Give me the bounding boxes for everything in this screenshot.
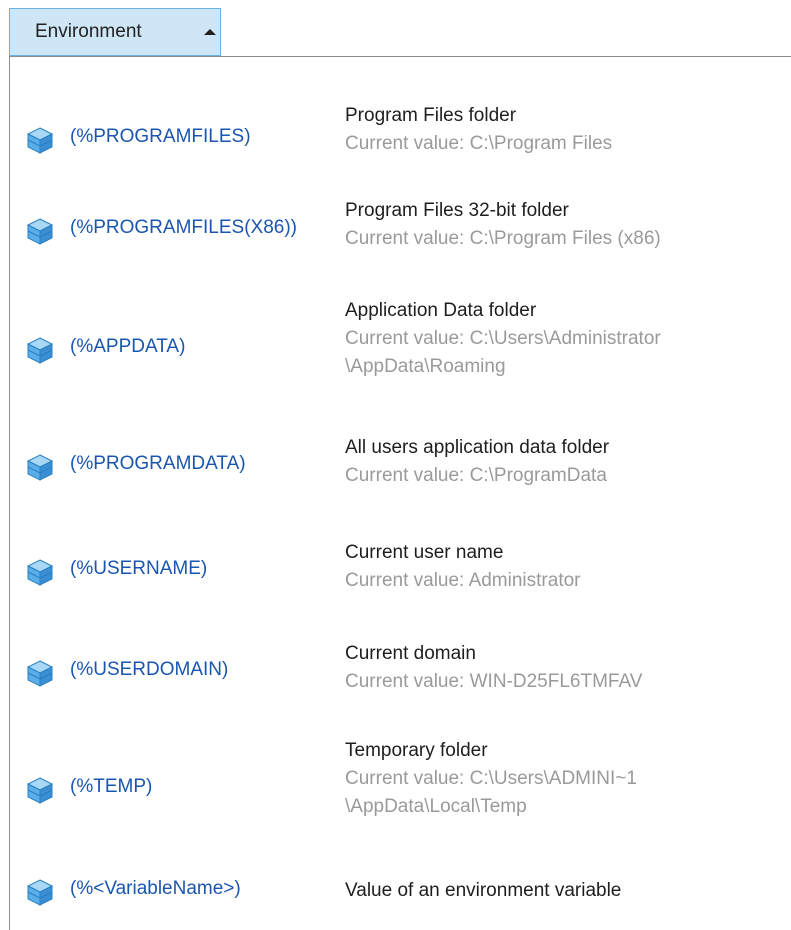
variable-description: Temporary folder	[345, 740, 488, 761]
variable-name: (%USERNAME)	[70, 558, 208, 579]
variable-name: (%<VariableName>)	[70, 878, 241, 899]
variable-description: Value of an environment variable	[345, 880, 622, 901]
environment-menu-screen: Environment (%PROGRAMFILES) Program File…	[0, 0, 791, 930]
cube-icon	[25, 775, 55, 805]
cube-icon	[25, 452, 55, 482]
environment-dropdown-button[interactable]: Environment	[9, 8, 221, 56]
cube-icon	[25, 557, 55, 587]
variable-description: Application Data folder	[345, 300, 537, 321]
cube-icon	[25, 216, 55, 246]
variable-name: (%TEMP)	[70, 776, 153, 797]
current-value: Current value: Administrator	[345, 570, 581, 591]
environment-variables-panel: (%PROGRAMFILES) Program Files folder Cur…	[9, 56, 791, 930]
cube-icon	[25, 125, 55, 155]
current-value-continued: \AppData\Local\Temp	[345, 796, 527, 817]
cube-icon	[25, 335, 55, 365]
cube-icon	[25, 877, 55, 907]
variable-name: (%PROGRAMFILES)	[70, 126, 251, 147]
current-value: Current value: C:\ProgramData	[345, 465, 607, 486]
variable-description: Current domain	[345, 643, 476, 664]
current-value: Current value: C:\Users\Administrator	[345, 328, 661, 349]
current-value: Current value: WIN-D25FL6TMFAV	[345, 671, 643, 692]
current-value: Current value: C:\Program Files (x86)	[345, 228, 661, 249]
variable-name: (%USERDOMAIN)	[70, 659, 229, 680]
variable-name: (%APPDATA)	[70, 336, 186, 357]
dropdown-label: Environment	[35, 21, 142, 42]
variable-name: (%PROGRAMFILES(X86))	[70, 217, 297, 238]
variable-description: All users application data folder	[345, 437, 610, 458]
current-value: Current value: C:\Program Files	[345, 133, 613, 154]
variable-description: Program Files 32-bit folder	[345, 200, 569, 221]
variable-description: Current user name	[345, 542, 504, 563]
variable-name: (%PROGRAMDATA)	[70, 453, 246, 474]
current-value-continued: \AppData\Roaming	[345, 356, 506, 377]
variable-description: Program Files folder	[345, 105, 517, 126]
current-value: Current value: C:\Users\ADMINI~1	[345, 768, 637, 789]
caret-up-icon	[204, 29, 216, 35]
cube-icon	[25, 658, 55, 688]
